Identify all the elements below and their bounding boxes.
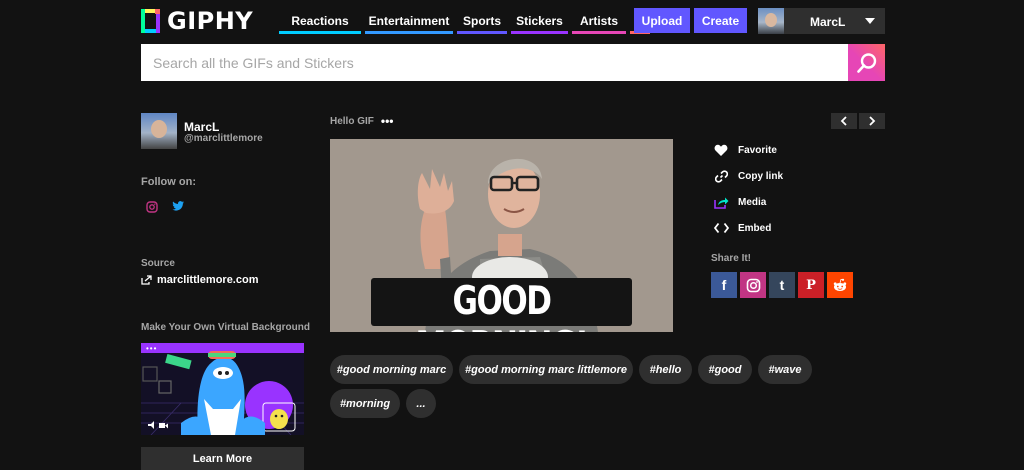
share-instagram-button[interactable] xyxy=(740,272,766,298)
nav-stickers[interactable]: Stickers xyxy=(511,8,568,34)
chevron-right-icon xyxy=(869,116,876,126)
chevron-down-icon xyxy=(865,18,875,24)
link-icon xyxy=(713,169,729,183)
gif-player[interactable]: GOOD MORNING! xyxy=(330,139,673,332)
virtual-background-preview[interactable]: ••• xyxy=(141,343,304,435)
search-bar xyxy=(141,44,885,81)
embed-icon xyxy=(713,221,729,235)
nav-sports[interactable]: Sports xyxy=(457,8,507,34)
share-label: Share It! xyxy=(711,253,752,264)
learn-more-button[interactable]: Learn More xyxy=(141,447,304,470)
header: GIPHY Reactions Entertainment Sports Sti… xyxy=(141,8,885,36)
media-button[interactable]: Media xyxy=(713,195,766,209)
gif-title: Hello GIF xyxy=(330,115,374,127)
share-reddit-button[interactable] xyxy=(827,272,853,298)
logo-text: GIPHY xyxy=(167,7,254,35)
main-nav: Reactions Entertainment Sports Stickers … xyxy=(279,8,654,34)
action-label: Media xyxy=(738,196,767,208)
profile-handle[interactable]: @marclittlemore xyxy=(184,133,263,144)
share-tumblr-button[interactable]: t xyxy=(769,272,795,298)
nav-label: Stickers xyxy=(516,14,563,28)
virtual-background-label: Make Your Own Virtual Background xyxy=(141,322,310,333)
external-link-icon xyxy=(141,275,152,285)
gif-title-row: Hello GIF ••• xyxy=(330,114,394,128)
search-button[interactable] xyxy=(848,44,885,81)
tag-hello[interactable]: #hello xyxy=(639,355,692,384)
twitter-icon[interactable] xyxy=(172,199,185,217)
follow-label: Follow on: xyxy=(141,176,196,188)
profile-name[interactable]: MarcL xyxy=(184,120,219,134)
search-input[interactable] xyxy=(141,44,841,81)
source-link-text: marclittlemore.com xyxy=(157,274,259,286)
nav-entertainment[interactable]: Entertainment xyxy=(365,8,453,34)
profile-avatar[interactable] xyxy=(141,113,177,149)
user-name: MarcL xyxy=(810,15,846,29)
nav-label: Reactions xyxy=(291,14,349,28)
pinterest-icon: P xyxy=(806,277,816,293)
gif-menu-button[interactable]: ••• xyxy=(381,114,394,128)
search-icon xyxy=(856,52,876,73)
reddit-icon xyxy=(833,278,847,291)
nav-label: Entertainment xyxy=(368,14,450,28)
tag-more-button[interactable]: ... xyxy=(406,389,436,418)
tag-morning[interactable]: #morning xyxy=(330,389,400,418)
tag-good-morning-marc-littlemore[interactable]: #good morning marc littlemore xyxy=(459,355,633,384)
giphy-logo-icon xyxy=(141,9,160,33)
next-gif-button[interactable] xyxy=(859,113,885,129)
source-link[interactable]: marclittlemore.com xyxy=(141,274,258,286)
upload-button[interactable]: Upload xyxy=(634,8,690,33)
tag-good-morning-marc[interactable]: #good morning marc xyxy=(330,355,453,384)
previous-gif-button[interactable] xyxy=(831,113,857,129)
create-button[interactable]: Create xyxy=(694,8,747,33)
share-facebook-button[interactable]: f xyxy=(711,272,737,298)
tag-wave[interactable]: #wave xyxy=(758,355,812,384)
tag-good[interactable]: #good xyxy=(698,355,752,384)
chevron-left-icon xyxy=(840,116,847,126)
nav-artists[interactable]: Artists xyxy=(572,8,626,34)
giphy-logo[interactable]: GIPHY xyxy=(141,9,253,33)
heart-icon xyxy=(713,143,729,157)
copy-link-button[interactable]: Copy link xyxy=(713,169,783,183)
tumblr-icon: t xyxy=(779,277,785,293)
media-icon xyxy=(713,195,729,209)
action-label: Embed xyxy=(738,222,772,234)
instagram-icon xyxy=(746,278,760,292)
virtual-background-illustration xyxy=(141,351,304,435)
nav-label: Artists xyxy=(579,14,618,28)
action-label: Copy link xyxy=(738,170,784,182)
user-menu-button[interactable]: MarcL xyxy=(758,8,885,34)
nav-label: Sports xyxy=(462,14,501,28)
instagram-icon[interactable] xyxy=(146,200,158,218)
favorite-button[interactable]: Favorite xyxy=(713,143,777,157)
action-label: Favorite xyxy=(738,144,777,156)
nav-reactions[interactable]: Reactions xyxy=(279,8,361,34)
gif-caption: GOOD MORNING! xyxy=(415,279,589,332)
share-pinterest-button[interactable]: P xyxy=(798,272,824,298)
facebook-icon: f xyxy=(721,277,727,293)
avatar xyxy=(758,8,784,34)
source-label: Source xyxy=(141,258,175,269)
embed-button[interactable]: Embed xyxy=(713,221,771,235)
